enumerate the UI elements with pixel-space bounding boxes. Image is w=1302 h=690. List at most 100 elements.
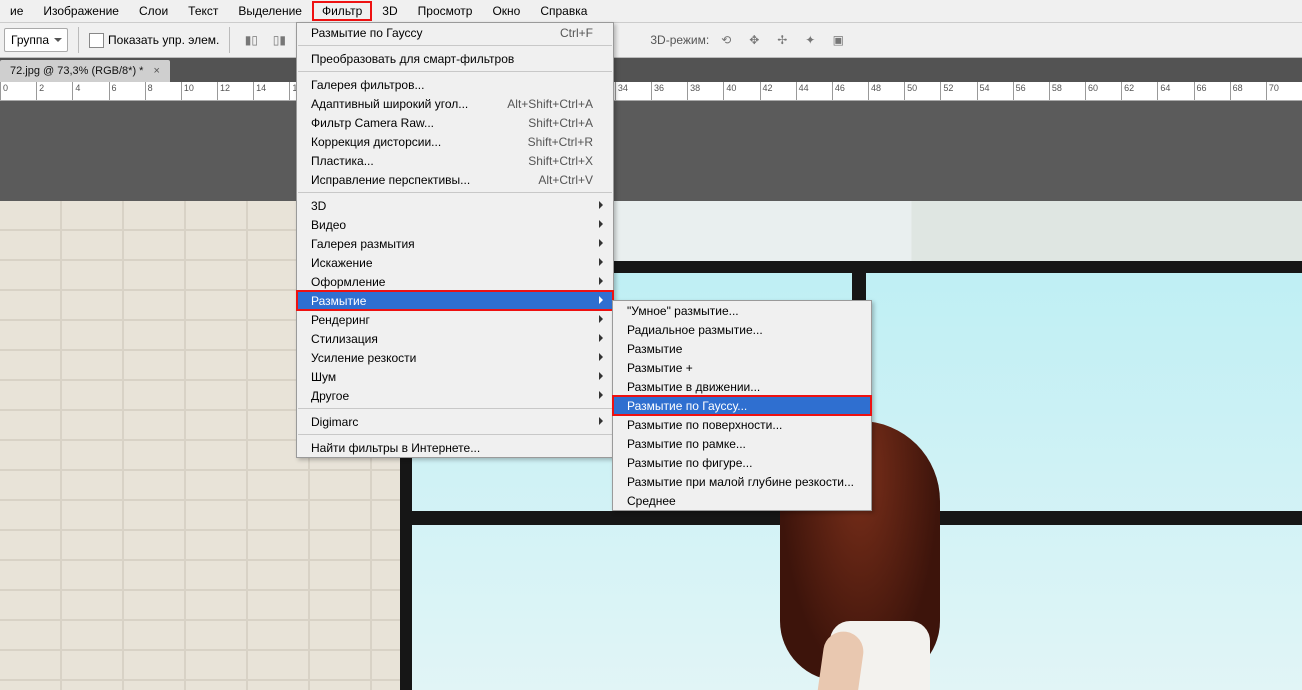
group-select-label: Группа xyxy=(11,33,49,47)
menu-item-label: Размытие xyxy=(311,294,593,308)
menu-item-label: Шум xyxy=(311,370,593,384)
filter-menu-item[interactable]: Пластика...Shift+Ctrl+X xyxy=(297,151,613,170)
menu-ие[interactable]: ие xyxy=(0,1,33,21)
blur-submenu-item[interactable]: Размытие при малой глубине резкости... xyxy=(613,472,871,491)
move-icon[interactable]: ✢ xyxy=(771,29,793,51)
menu-item-label: Пластика... xyxy=(311,154,504,168)
ruler-tick: 8 xyxy=(145,82,153,100)
menu-item-shortcut: Shift+Ctrl+R xyxy=(528,135,593,149)
filter-menu-item[interactable]: Фильтр Camera Raw... Shift+Ctrl+A xyxy=(297,113,613,132)
filter-menu-item[interactable]: Усиление резкости xyxy=(297,348,613,367)
filter-menu-item[interactable]: Исправление перспективы...Alt+Ctrl+V xyxy=(297,170,613,189)
pan-icon[interactable]: ✥ xyxy=(743,29,765,51)
submenu-arrow-icon xyxy=(599,220,607,228)
menu-фильтр[interactable]: Фильтр xyxy=(312,1,372,21)
filter-menu-item[interactable]: Найти фильтры в Интернете... xyxy=(297,438,613,457)
menu-item-shortcut: Alt+Shift+Ctrl+A xyxy=(507,97,593,111)
menu-separator xyxy=(298,434,612,435)
ruler-tick: 58 xyxy=(1049,82,1062,100)
menu-выделение[interactable]: Выделение xyxy=(228,1,312,21)
filter-menu-item[interactable]: Галерея размытия xyxy=(297,234,613,253)
show-controls-checkbox[interactable]: Показать упр. элем. xyxy=(89,33,219,48)
menu-item-label: Размытие по фигуре... xyxy=(627,456,851,470)
submenu-arrow-icon xyxy=(599,315,607,323)
submenu-arrow-icon xyxy=(599,391,607,399)
blur-submenu-item[interactable]: Размытие по фигуре... xyxy=(613,453,871,472)
filter-menu-item[interactable]: Преобразовать для смарт-фильтров xyxy=(297,49,613,68)
filter-menu-item[interactable]: Видео xyxy=(297,215,613,234)
submenu-arrow-icon xyxy=(599,239,607,247)
blur-submenu-item[interactable]: Радиальное размытие... xyxy=(613,320,871,339)
ruler-tick: 4 xyxy=(72,82,80,100)
menu-слои[interactable]: Слои xyxy=(129,1,178,21)
submenu-arrow-icon xyxy=(599,417,607,425)
menu-item-label: Размытие по поверхности... xyxy=(627,418,851,432)
menu-item-label: Радиальное размытие... xyxy=(627,323,851,337)
submenu-arrow-icon xyxy=(599,372,607,380)
options-bar: Группа Показать упр. элем. ▮▯ ▯▮ ⎓ 3D-ре… xyxy=(0,23,1302,58)
menu-item-label: Digimarc xyxy=(311,415,593,429)
filter-menu-item[interactable]: Оформление xyxy=(297,272,613,291)
blur-submenu-item[interactable]: Размытие по рамке... xyxy=(613,434,871,453)
filter-menu-item[interactable]: Другое xyxy=(297,386,613,405)
filter-menu-item[interactable]: Коррекция дисторсии...Shift+Ctrl+R xyxy=(297,132,613,151)
filter-menu-item[interactable]: Размытие xyxy=(297,291,613,310)
ruler-tick: 42 xyxy=(760,82,773,100)
show-controls-label: Показать упр. элем. xyxy=(108,33,219,47)
blur-submenu-item[interactable]: Размытие + xyxy=(613,358,871,377)
blur-submenu-item[interactable]: Размытие xyxy=(613,339,871,358)
filter-menu-item[interactable]: Размытие по ГауссуCtrl+F xyxy=(297,23,613,42)
close-icon[interactable]: × xyxy=(153,65,159,77)
menu-изображение[interactable]: Изображение xyxy=(33,1,129,21)
menu-item-label: Адаптивный широкий угол... xyxy=(311,97,483,111)
menu-item-label: Оформление xyxy=(311,275,593,289)
menu-item-label: Галерея размытия xyxy=(311,237,593,251)
ruler-tick: 14 xyxy=(253,82,266,100)
menu-item-label: Исправление перспективы... xyxy=(311,173,514,187)
blur-submenu: "Умное" размытие... Радиальное размытие..… xyxy=(612,300,872,511)
filter-menu-item[interactable]: Рендеринг xyxy=(297,310,613,329)
menu-separator xyxy=(298,71,612,72)
menu-текст[interactable]: Текст xyxy=(178,1,228,21)
camera-icon[interactable]: ▣ xyxy=(827,29,849,51)
menu-item-label: Видео xyxy=(311,218,593,232)
menu-separator xyxy=(298,408,612,409)
filter-menu-item[interactable]: Искажение xyxy=(297,253,613,272)
menu-3d[interactable]: 3D xyxy=(372,1,407,21)
submenu-arrow-icon xyxy=(599,296,607,304)
menu-item-label: Размытие при малой глубине резкости... xyxy=(627,475,854,489)
blur-submenu-item[interactable]: "Умное" размытие... xyxy=(613,301,871,320)
menu-item-label: Размытие + xyxy=(627,361,851,375)
ruler-tick: 70 xyxy=(1266,82,1279,100)
align-icon[interactable]: ▯▮ xyxy=(268,29,290,51)
blur-submenu-item[interactable]: Размытие по поверхности... xyxy=(613,415,871,434)
filter-menu-item[interactable]: Стилизация xyxy=(297,329,613,348)
menu-separator xyxy=(298,192,612,193)
menu-справка[interactable]: Справка xyxy=(530,1,597,21)
menu-separator xyxy=(298,45,612,46)
orbit-icon[interactable]: ⟲ xyxy=(715,29,737,51)
filter-menu-item[interactable]: Digimarc xyxy=(297,412,613,431)
ruler-tick: 50 xyxy=(904,82,917,100)
filter-menu-item[interactable]: 3D xyxy=(297,196,613,215)
scale-icon[interactable]: ✦ xyxy=(799,29,821,51)
menu-item-label: Другое xyxy=(311,389,593,403)
ruler-tick: 10 xyxy=(181,82,194,100)
menu-item-label: Среднее xyxy=(627,494,851,508)
menu-item-label: 3D xyxy=(311,199,593,213)
filter-menu-item[interactable]: Шум xyxy=(297,367,613,386)
ruler-tick: 62 xyxy=(1121,82,1134,100)
blur-submenu-item[interactable]: Среднее xyxy=(613,491,871,510)
blur-submenu-item[interactable]: Размытие по Гауссу... xyxy=(613,396,871,415)
group-select[interactable]: Группа xyxy=(4,28,68,52)
filter-menu-item[interactable]: Галерея фильтров... xyxy=(297,75,613,94)
menu-item-label: Фильтр Camera Raw... xyxy=(311,116,504,130)
blur-submenu-item[interactable]: Размытие в движении... xyxy=(613,377,871,396)
menu-item-shortcut: Shift+Ctrl+A xyxy=(528,116,593,130)
ruler-tick: 54 xyxy=(977,82,990,100)
align-icon[interactable]: ▮▯ xyxy=(240,29,262,51)
document-tab[interactable]: 72.jpg @ 73,3% (RGB/8*) * × xyxy=(0,60,170,82)
menu-просмотр[interactable]: Просмотр xyxy=(408,1,483,21)
filter-menu-item[interactable]: Адаптивный широкий угол... Alt+Shift+Ctrl… xyxy=(297,94,613,113)
menu-окно[interactable]: Окно xyxy=(482,1,530,21)
